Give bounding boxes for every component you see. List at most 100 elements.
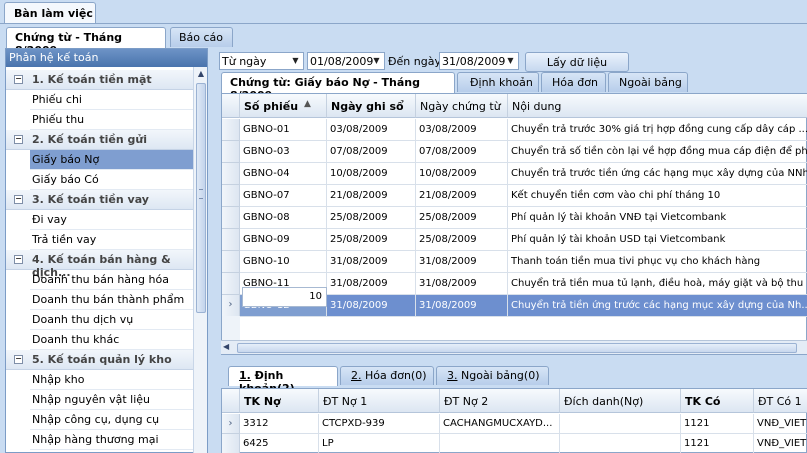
table-cell: 25/08/2009 (416, 207, 508, 229)
period-select-value: Từ ngày (222, 55, 267, 68)
table-cell: Chuyển trả trước 30% giá trị hợp đồng cu… (508, 119, 807, 141)
table-cell: Thanh toán tiền mua tivi phục vụ cho khá… (508, 251, 807, 273)
nav-item[interactable]: Giấy báo Có (30, 170, 193, 190)
table-cell: 25/08/2009 (416, 229, 508, 251)
table-cell: 07/08/2009 (327, 141, 416, 163)
nav-panel-header: Phân hệ kế toán (6, 49, 207, 67)
col-header-noi-dung[interactable]: Nội dung (508, 94, 807, 118)
table-cell: 31/08/2009 (327, 295, 416, 317)
grid-hscrollbar[interactable]: ◀ (221, 340, 807, 354)
row-indicator[interactable] (222, 141, 240, 163)
tab-chung-tu-giay-bao-no[interactable]: Chứng từ: Giấy báo Nợ - Tháng 8/2009 (221, 72, 455, 102)
nav-scroll-thumb[interactable] (196, 83, 206, 313)
table-cell: GBNO-03 (240, 141, 327, 163)
table-cell: 31/08/2009 (327, 251, 416, 273)
table-cell: GBNO-07 (240, 185, 327, 207)
col-header-dich-danh-no[interactable]: Đích danh(Nợ) (560, 389, 681, 413)
table-cell: VNĐ_VIET (754, 414, 807, 434)
chevron-down-icon[interactable]: ▼ (370, 54, 383, 68)
collapse-icon[interactable]: − (14, 255, 23, 264)
row-indicator[interactable]: › (222, 414, 240, 434)
nav-item[interactable]: Nhập công cụ, dụng cụ (30, 410, 193, 430)
table-cell: 07/08/2009 (416, 141, 508, 163)
grid-hscroll-thumb[interactable] (237, 343, 797, 353)
col-header-tk-no[interactable]: TK Nợ (240, 389, 319, 413)
row-indicator[interactable] (222, 229, 240, 251)
table-cell: 25/08/2009 (327, 229, 416, 251)
row-indicator[interactable] (222, 251, 240, 273)
table-cell: 25/08/2009 (327, 207, 416, 229)
nav-item[interactable]: Nhập hàng thương mại (30, 430, 193, 450)
nav-item[interactable]: Nhập kho (30, 370, 193, 390)
sort-asc-icon: ▲ (304, 99, 311, 109)
nav-item[interactable]: Doanh thu khác (30, 330, 193, 350)
entries-grid: TK Nợ ĐT Nợ 1 ĐT Nợ 2 Đích danh(Nợ) TK C… (221, 388, 807, 453)
row-indicator[interactable]: › (222, 295, 240, 317)
col-header-dt-co-1[interactable]: ĐT Có 1 (754, 389, 807, 413)
tab-hoa-don[interactable]: Hóa đơn (541, 72, 606, 92)
tab-ban-lam-viec[interactable]: Bàn làm việc (4, 2, 96, 24)
row-indicator[interactable] (222, 163, 240, 185)
nav-group-title: 3. Kế toán tiền vay (32, 193, 149, 206)
table-cell: Chuyển trả số tiền còn lại về hợp đồng m… (508, 141, 807, 163)
tab-hoa-don-detail[interactable]: 2. Hóa đơn(0) (340, 366, 434, 385)
col-header-ngay-ghi-so[interactable]: Ngày ghi sổ (327, 94, 416, 118)
collapse-icon[interactable]: − (14, 135, 23, 144)
tab-bao-cao[interactable]: Báo cáo (170, 27, 233, 47)
nav-item[interactable]: Doanh thu dịch vụ (30, 310, 193, 330)
row-indicator[interactable] (222, 207, 240, 229)
panel-splitter[interactable] (208, 48, 218, 453)
chevron-down-icon[interactable]: ▼ (289, 54, 302, 68)
tab-ngoai-bang-detail[interactable]: 3. Ngoài bảng(0) (436, 366, 549, 385)
nav-group-header[interactable]: −5. Kế toán quản lý kho (6, 350, 193, 370)
nav-group-header[interactable]: −2. Kế toán tiền gửi (6, 130, 193, 150)
collapse-icon[interactable]: − (14, 355, 23, 364)
nav-group-header[interactable]: −3. Kế toán tiền vay (6, 190, 193, 210)
table-cell: 31/08/2009 (416, 273, 508, 295)
table-cell: 6425 (240, 434, 319, 453)
nav-item[interactable]: Giấy báo Nợ (30, 150, 193, 170)
nav-item[interactable]: Doanh thu bán thành phẩm (30, 290, 193, 310)
nav-item[interactable]: Doanh thu bán hàng hóa (30, 270, 193, 290)
grid-corner (222, 94, 240, 118)
row-indicator[interactable] (222, 119, 240, 141)
table-cell: 21/08/2009 (327, 185, 416, 207)
nav-item[interactable]: Phiếu chi (30, 90, 193, 110)
from-date-field[interactable]: 01/08/2009 ▼ (307, 52, 385, 70)
table-cell: 03/08/2009 (416, 119, 508, 141)
nav-item[interactable]: Nhập nguyên vật liệu (30, 390, 193, 410)
nav-item[interactable]: Đi vay (30, 210, 193, 230)
scroll-up-icon[interactable]: ▲ (194, 67, 208, 81)
tab-ngoai-bang[interactable]: Ngoài bảng (608, 72, 688, 92)
table-cell: Phí quản lý tài khoản USD tại Vietcomban… (508, 229, 807, 251)
collapse-icon[interactable]: − (14, 195, 23, 204)
scroll-left-icon[interactable]: ◀ (223, 342, 229, 351)
nav-group-title: 1. Kế toán tiền mặt (32, 73, 152, 86)
row-indicator[interactable] (222, 185, 240, 207)
to-date-field[interactable]: 31/08/2009 ▼ (439, 52, 519, 70)
col-header-label: Số phiếu (244, 100, 299, 113)
tab-dinh-khoan[interactable]: Định khoản (457, 72, 539, 92)
nav-group-header[interactable]: −4. Kế toán bán hàng & dịch... (6, 250, 193, 279)
row-indicator[interactable] (222, 273, 240, 295)
nav-item[interactable]: Phiếu thu (30, 110, 193, 130)
col-header-dt-no-2[interactable]: ĐT Nợ 2 (440, 389, 560, 413)
tab-key: 3. (447, 369, 458, 382)
chevron-down-icon[interactable]: ▼ (504, 54, 517, 68)
tab-chung-tu[interactable]: Chứng từ - Tháng 8/2009 (6, 27, 166, 57)
nav-group-header[interactable]: −1. Kế toán tiền mặt (6, 70, 193, 90)
col-header-so-phieu[interactable]: Số phiếu ▲ (240, 94, 327, 118)
nav-scrollbar[interactable]: ▲ (193, 67, 207, 453)
period-select[interactable]: Từ ngày ▼ (219, 52, 304, 70)
table-cell: LP (319, 434, 440, 453)
load-data-button[interactable]: Lấy dữ liệu (525, 52, 629, 72)
col-header-tk-co[interactable]: TK Có (681, 389, 754, 413)
collapse-icon[interactable]: − (14, 75, 23, 84)
nav-item[interactable]: Trả tiền vay (30, 230, 193, 250)
table-cell: 1121 (681, 434, 754, 453)
table-cell: GBNO-01 (240, 119, 327, 141)
row-indicator[interactable] (222, 434, 240, 453)
col-header-ngay-chung-tu[interactable]: Ngày chứng từ (416, 94, 508, 118)
tab-dinh-khoan-detail[interactable]: 1. Định khoản(2) (228, 366, 338, 395)
col-header-dt-no-1[interactable]: ĐT Nợ 1 (319, 389, 440, 413)
